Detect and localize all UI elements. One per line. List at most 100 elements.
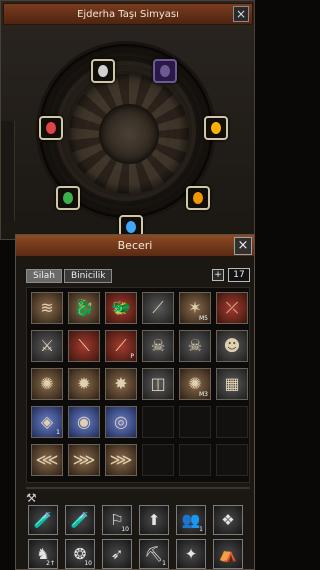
page-plus-button[interactable]: + (212, 269, 224, 281)
skill-icon: ◈ (40, 412, 54, 431)
quickbar-icon: 🧪 (70, 511, 90, 529)
skill-slot[interactable]: ◫ (142, 368, 174, 400)
skill-tabs: Silah Binicilik (26, 269, 113, 283)
skill-slot[interactable]: ⟍ (68, 330, 100, 362)
skill-slot[interactable]: ☠ (142, 330, 174, 362)
close-icon[interactable]: × (233, 6, 249, 22)
skill-level-label: P (130, 353, 134, 360)
empty-skill-slot[interactable] (179, 406, 211, 438)
quickbar-slot[interactable]: ➶ (102, 539, 132, 569)
gem-slot-top[interactable] (91, 59, 115, 83)
skill-slot[interactable]: ◈ 1 (31, 406, 63, 438)
skill-icon: ⟋ (115, 336, 127, 355)
gem-slot-top-right[interactable] (153, 59, 177, 83)
skill-slot[interactable]: ⋘ (31, 444, 63, 476)
quickbar-icon: ➶ (110, 545, 124, 563)
gem-right-icon (211, 122, 221, 134)
empty-skill-slot[interactable] (142, 444, 174, 476)
wrench-icon[interactable]: ⚒ (26, 491, 40, 505)
skill-icon: 🐉 (74, 298, 94, 317)
page-controls: + 17 (212, 268, 250, 282)
skill-slot[interactable]: ≋ (31, 292, 63, 324)
quickbar-slot[interactable]: ⛏ 1 (139, 539, 169, 569)
skill-icon: ⚔ (39, 336, 55, 355)
skill-slot[interactable]: 🐲 (105, 292, 137, 324)
quickbar-slot[interactable]: ⬆ (139, 505, 169, 535)
quickbar-slot[interactable]: ❖ (213, 505, 243, 535)
window-titlebar[interactable]: Ejderha Taşı Simyası × (3, 3, 253, 25)
skill-icon: ✸ (114, 374, 128, 393)
skill-icon: ☠ (150, 336, 166, 355)
gem-slot-left[interactable] (39, 116, 63, 140)
empty-gem-icon (160, 65, 170, 77)
side-tab[interactable] (1, 121, 15, 221)
skill-slot[interactable]: ⚔ (31, 330, 63, 362)
skill-icon: ◎ (114, 412, 128, 431)
skill-slot[interactable]: ✺ M3 (179, 368, 211, 400)
skill-slot[interactable]: ⤫ (216, 292, 248, 324)
skill-icon: ✺ (188, 374, 202, 393)
skill-slot[interactable]: ✺ (31, 368, 63, 400)
skill-slot[interactable]: ✸ (105, 368, 137, 400)
quickbar-count: 10 (84, 560, 92, 567)
quickbar-icon: ⛺ (218, 545, 238, 563)
dragon-stone-alchemy-window: Ejderha Taşı Simyası × (0, 0, 255, 240)
skill-icon: ⟍ (78, 336, 90, 355)
skill-slot[interactable]: ☻ (216, 330, 248, 362)
quickbar-slot[interactable]: ✦ (176, 539, 206, 569)
skill-icon: ⋙ (72, 450, 96, 469)
skill-icon: ✹ (77, 374, 91, 393)
skill-icon: ⟋ (152, 298, 164, 317)
skill-icon: ⋘ (35, 450, 59, 469)
quickbar-slot[interactable]: 🧪 (65, 505, 95, 535)
quickbar-icon: ❖ (221, 511, 235, 529)
gem-slot-bottom-left[interactable] (56, 186, 80, 210)
gem-bottom-icon (126, 221, 136, 233)
quickbar-slot[interactable]: 👥 1 (176, 505, 206, 535)
skill-icon: ≋ (40, 298, 54, 317)
skill-icon: ☠ (187, 336, 203, 355)
skill-slot[interactable]: ◎ (105, 406, 137, 438)
gem-slot-bottom-right[interactable] (186, 186, 210, 210)
skill-slot[interactable]: ⟋ P (105, 330, 137, 362)
skill-level-label: M5 (199, 315, 208, 322)
skill-icon: ✶ (188, 298, 202, 317)
quickbar-count: 1 (199, 526, 203, 533)
skill-icon: ◉ (77, 412, 91, 431)
skill-slot[interactable]: 🐉 (68, 292, 100, 324)
quickbar-icon: 🧪 (33, 511, 53, 529)
skill-panel: Beceri × Silah Binicilik + 17 ≋ 🐉 🐲 ⟋ ✶ M5 ⤫ ⚔ ⟍… (15, 234, 255, 570)
empty-skill-slot[interactable] (216, 444, 248, 476)
quickbar-slot[interactable]: 🧪 (28, 505, 58, 535)
quickbar-slot[interactable]: ♞ 2↑ (28, 539, 58, 569)
skill-slot[interactable]: ✹ (68, 368, 100, 400)
empty-skill-slot[interactable] (142, 406, 174, 438)
skill-slot[interactable]: ▦ (216, 368, 248, 400)
divider (26, 487, 250, 489)
skill-slot[interactable]: ◉ (68, 406, 100, 438)
skill-slot[interactable]: ⋙ (68, 444, 100, 476)
empty-skill-slot[interactable] (216, 406, 248, 438)
quickbar-slot[interactable]: ⛺ (213, 539, 243, 569)
skill-icon: ◫ (150, 374, 166, 393)
skill-slot[interactable]: ⋙ (105, 444, 137, 476)
gem-bottom-right-icon (193, 192, 203, 204)
skill-icon: ▦ (224, 374, 240, 393)
quickbar-icon: 👥 (181, 511, 201, 529)
skill-icon: ☻ (223, 336, 241, 355)
skill-panel-header[interactable]: Beceri × (16, 235, 254, 257)
quickbar-count: 2↑ (46, 560, 55, 567)
empty-skill-slot[interactable] (179, 444, 211, 476)
skill-slot[interactable]: ✶ M5 (179, 292, 211, 324)
skill-slot[interactable]: ⟋ (142, 292, 174, 324)
skill-level-label: M3 (199, 391, 208, 398)
quickbar-slot[interactable]: ⚐ 10 (102, 505, 132, 535)
page-number-field[interactable]: 17 (228, 268, 250, 282)
tab-binicilik[interactable]: Binicilik (63, 269, 113, 283)
gem-bottom-left-icon (63, 192, 73, 204)
quickbar-slot[interactable]: ❂ 10 (65, 539, 95, 569)
close-icon[interactable]: × (234, 237, 252, 255)
tab-silah[interactable]: Silah (26, 269, 62, 283)
gem-slot-right[interactable] (204, 116, 228, 140)
skill-slot[interactable]: ☠ (179, 330, 211, 362)
